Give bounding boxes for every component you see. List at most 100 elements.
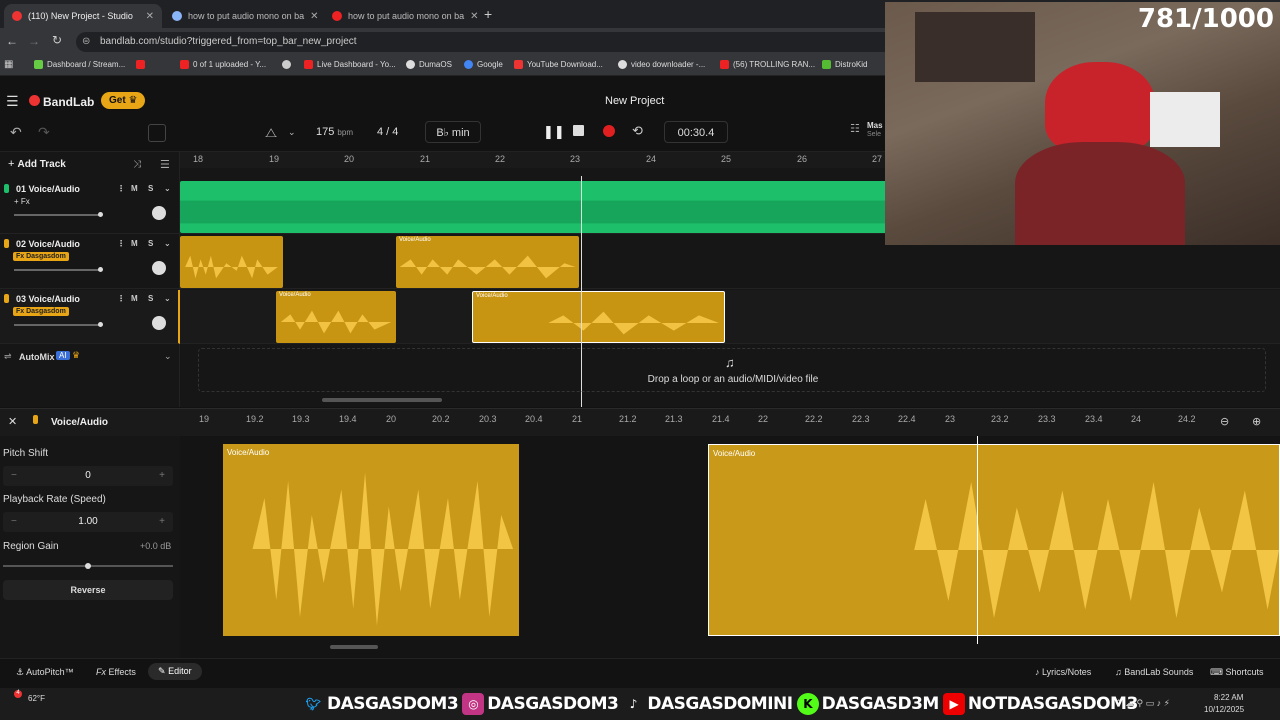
close-tab-icon[interactable]: ✕ [146, 11, 154, 22]
bookmark[interactable]: DumaOS [406, 60, 452, 69]
bookmark[interactable]: Dashboard / Stream... [34, 60, 125, 69]
chevron-down-icon[interactable]: ⌄ [164, 294, 171, 303]
zoom-in-icon[interactable]: ⊕ [1252, 415, 1261, 428]
url-field[interactable]: ⊜ bandlab.com/studio?triggered_from=top_… [76, 32, 896, 52]
editor-ruler[interactable]: 19 19.2 19.3 19.4 20 20.2 20.3 20.4 21 2… [180, 409, 1210, 437]
track-name[interactable]: 03 Voice/Audio [16, 294, 80, 304]
key-selector[interactable]: B♭ min [425, 121, 481, 143]
volume-slider[interactable] [14, 212, 103, 217]
add-fx-button[interactable]: + Fx [14, 197, 30, 206]
region-editor-canvas[interactable]: Voice/Audio Voice/Audio [180, 436, 1280, 658]
volume-slider[interactable] [14, 322, 103, 327]
mute-button[interactable]: M [131, 184, 138, 193]
add-track-button[interactable]: + Add Track [8, 158, 66, 170]
track-header-2[interactable]: 02 Voice/Audio Fx Dasgasdom ⋮ M S ⌄ [0, 235, 180, 289]
more-icon[interactable]: ⋮ [117, 184, 125, 193]
reload-icon[interactable]: ↻ [52, 33, 62, 47]
decrement-icon[interactable]: − [11, 512, 17, 532]
weather-text[interactable]: 62°F [28, 694, 45, 703]
bookmark[interactable]: Google [464, 60, 503, 69]
mute-button[interactable]: M [131, 239, 138, 248]
effects-tab[interactable]: Fx Effects [96, 667, 136, 677]
track-name[interactable]: 01 Voice/Audio [16, 184, 80, 194]
bookmark[interactable]: Live Dashboard - Yo... [304, 60, 396, 69]
metronome-icon[interactable]: ⧍ [265, 125, 277, 141]
editor-playhead[interactable] [977, 436, 978, 644]
audio-region[interactable]: Voice/Audio [223, 444, 519, 636]
bookmark[interactable] [136, 60, 145, 69]
undo-icon[interactable]: ↶ [10, 124, 22, 141]
solo-button[interactable]: S [148, 294, 153, 303]
zoom-out-icon[interactable]: ⊖ [1220, 415, 1229, 428]
more-icon[interactable]: ⋮ [117, 239, 125, 248]
audio-clip[interactable]: Voice/Audio [276, 291, 396, 343]
project-title[interactable]: New Project [605, 95, 664, 107]
tracks-settings-icon[interactable]: ☰ [160, 158, 170, 171]
automix-row[interactable]: ⇌ AutoMix AI ♛ ⌄ [0, 348, 180, 368]
bookmark[interactable]: YouTube Download... [514, 60, 603, 69]
back-icon[interactable]: ← [6, 34, 18, 48]
bookmark[interactable]: video downloader -... [618, 60, 705, 69]
chevron-down-icon[interactable]: ⌄ [288, 127, 296, 138]
drop-zone[interactable]: ♫ Drop a loop or an audio/MIDI/video fil… [198, 348, 1266, 392]
pitch-shift-stepper[interactable]: − 0 + [3, 466, 173, 486]
chevron-down-icon[interactable]: ⌄ [164, 351, 172, 362]
selected-audio-clip[interactable]: Voice/Audio [472, 291, 725, 343]
view-toggle-icon[interactable] [148, 124, 166, 142]
get-button[interactable]: Get ♛ [101, 92, 146, 109]
tab-new-project[interactable]: (110) New Project - Studio ✕ [4, 4, 162, 28]
lyrics-notes-button[interactable]: ♪ Lyrics/Notes [1035, 667, 1091, 677]
master-label[interactable]: Mas [867, 121, 883, 130]
bookmark[interactable]: (56) TROLLING RAN... [720, 60, 815, 69]
region-gain-slider[interactable] [3, 563, 173, 569]
time-signature[interactable]: 4 / 4 [377, 126, 398, 138]
close-tab-icon[interactable]: ✕ [470, 11, 478, 22]
track-name[interactable]: 02 Voice/Audio [16, 239, 80, 249]
increment-icon[interactable]: + [159, 512, 165, 532]
chevron-down-icon[interactable]: ⌄ [164, 184, 171, 193]
apps-grid-icon[interactable]: ▦ [4, 59, 13, 70]
close-tab-icon[interactable]: ✕ [310, 11, 318, 22]
fx-preset-badge[interactable]: Fx Dasgasdom [13, 252, 69, 261]
bookmark[interactable]: DistroKid [822, 60, 867, 69]
increment-icon[interactable]: + [159, 466, 165, 486]
mixer-icon[interactable]: ☷ [850, 122, 860, 135]
solo-button[interactable]: S [148, 239, 153, 248]
solo-button[interactable]: S [148, 184, 153, 193]
track-header-3[interactable]: 03 Voice/Audio Fx Dasgasdom ⋮ M S ⌄ [0, 290, 180, 344]
tempo-field[interactable]: 175 bpm [316, 126, 353, 138]
editor-scrollbar[interactable] [330, 645, 378, 649]
close-editor-icon[interactable]: ✕ [8, 415, 17, 428]
record-icon[interactable] [603, 125, 615, 137]
redo-icon[interactable]: ↷ [38, 124, 50, 141]
playback-rate-stepper[interactable]: − 1.00 + [3, 512, 173, 532]
forward-icon[interactable]: → [28, 34, 40, 48]
stop-icon[interactable] [573, 125, 584, 136]
bookmark[interactable]: 0 of 1 uploaded - Y... [180, 60, 266, 69]
pause-icon[interactable]: ❚❚ [543, 124, 565, 140]
fx-preset-badge[interactable]: Fx Dasgasdom [13, 307, 69, 316]
track-header-1[interactable]: 01 Voice/Audio + Fx ⋮ M S ⌄ [0, 180, 180, 234]
reverse-button[interactable]: Reverse [3, 580, 173, 600]
decrement-icon[interactable]: − [11, 466, 17, 486]
mute-button[interactable]: M [131, 294, 138, 303]
loop-icon[interactable]: ⟲ [632, 123, 643, 139]
autopitch-tab[interactable]: ⚓ AutoPitch™ [16, 667, 74, 678]
selected-audio-region[interactable]: Voice/Audio [708, 444, 1280, 636]
volume-slider[interactable] [14, 267, 103, 272]
new-tab-icon[interactable]: + [484, 6, 492, 22]
tab-search-2[interactable]: how to put audio mono on ba ✕ [324, 4, 482, 28]
more-icon[interactable]: ⋮ [117, 294, 125, 303]
shortcuts-button[interactable]: ⌨ Shortcuts [1210, 667, 1264, 678]
editor-tab[interactable]: ✎ Editor [148, 663, 202, 680]
horizontal-scrollbar[interactable] [322, 398, 442, 402]
site-info-icon[interactable]: ⊜ [82, 32, 90, 52]
lane-3[interactable]: Voice/Audio Voice/Audio [180, 290, 1280, 344]
pan-knob[interactable] [152, 261, 166, 275]
bandlab-sounds-button[interactable]: ♫ BandLab Sounds [1115, 667, 1193, 677]
pan-knob[interactable] [152, 206, 166, 220]
pan-knob[interactable] [152, 316, 166, 330]
automation-icon[interactable]: ⤨ [133, 159, 141, 170]
tab-search-1[interactable]: how to put audio mono on ba ✕ [164, 4, 322, 28]
bookmark[interactable] [282, 60, 291, 69]
